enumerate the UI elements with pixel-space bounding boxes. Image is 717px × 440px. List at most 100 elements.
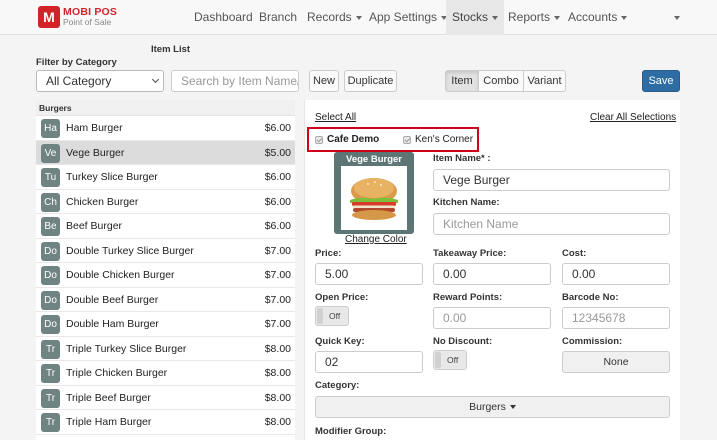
logo-icon: M bbox=[38, 6, 60, 28]
checkbox-icon bbox=[403, 135, 411, 144]
duplicate-button[interactable]: Duplicate bbox=[344, 70, 397, 92]
nav-app-settings[interactable]: App Settings bbox=[363, 0, 453, 35]
item-price: $6.00 bbox=[264, 171, 291, 183]
price-input[interactable]: 5.00 bbox=[315, 263, 423, 285]
nav-branch[interactable]: Branch bbox=[253, 0, 303, 35]
item-price: $7.00 bbox=[264, 269, 291, 281]
item-price: $8.00 bbox=[264, 416, 291, 428]
commission-select[interactable]: None bbox=[562, 351, 670, 373]
item-list-title: Item List bbox=[151, 44, 191, 55]
list-item[interactable]: Tr Triple Chicken Burger $8.00 bbox=[36, 361, 295, 386]
list-item[interactable]: Ha Ham Burger $6.00 bbox=[36, 116, 295, 141]
category-filter-select[interactable]: All Category bbox=[36, 70, 164, 92]
price-label: Price: bbox=[315, 248, 342, 259]
item-name: Turkey Slice Burger bbox=[66, 171, 158, 183]
takeaway-price-input[interactable]: 0.00 bbox=[433, 263, 551, 285]
checkbox-icon bbox=[315, 135, 323, 144]
barcode-input[interactable]: 12345678 bbox=[562, 307, 670, 329]
cost-label: Cost: bbox=[562, 248, 587, 259]
category-label: Category: bbox=[315, 380, 360, 391]
modifier-group-label: Modifier Group: bbox=[315, 426, 387, 437]
save-button[interactable]: Save bbox=[642, 70, 680, 92]
item-name: Double Ham Burger bbox=[66, 318, 159, 330]
item-price: $7.00 bbox=[264, 244, 291, 257]
nav-stocks[interactable]: Stocks bbox=[446, 0, 505, 35]
item-abbr-badge: Do bbox=[41, 315, 60, 334]
tab-combo[interactable]: Combo bbox=[478, 70, 524, 92]
nav-user-menu[interactable] bbox=[664, 0, 686, 35]
select-all-link[interactable]: Select All bbox=[315, 112, 356, 123]
item-search-input[interactable]: Search by Item Name/B bbox=[171, 70, 299, 92]
item-price: $7.00 bbox=[264, 318, 291, 330]
new-button[interactable]: New bbox=[309, 70, 339, 92]
quick-key-label: Quick Key: bbox=[315, 336, 365, 347]
item-name: Triple Ham Burger bbox=[66, 416, 152, 428]
list-item[interactable]: Tr Triple Beef Burger $8.00 bbox=[36, 386, 295, 410]
list-item[interactable]: Do Double Turkey Slice Burger $7.00 bbox=[36, 239, 295, 263]
item-abbr-badge: Tr bbox=[41, 339, 60, 359]
cost-input[interactable]: 0.00 bbox=[562, 263, 670, 285]
item-abbr-badge: Ch bbox=[41, 192, 60, 212]
site-checkbox-kens-corner[interactable]: Ken's Corner bbox=[403, 134, 473, 145]
no-discount-toggle[interactable]: Off bbox=[433, 350, 467, 370]
change-color-link[interactable]: Change Color bbox=[345, 234, 407, 245]
list-item[interactable]: Tr Triple Ham Burger $8.00 bbox=[36, 410, 295, 435]
site-checkbox-cafe-demo[interactable]: Cafe Demo bbox=[315, 134, 379, 145]
app-logo[interactable]: M MOBI POS Point of Sale bbox=[38, 6, 117, 28]
kitchen-name-input[interactable]: Kitchen Name bbox=[433, 213, 670, 235]
category-dropdown[interactable]: Burgers bbox=[315, 396, 670, 418]
item-name-input[interactable]: Vege Burger bbox=[433, 169, 670, 191]
list-item[interactable]: Tr Triple Turkey Slice Burger $8.00 bbox=[36, 337, 295, 361]
list-category-header: Burgers bbox=[36, 100, 295, 116]
item-name-label: Item Name* : bbox=[433, 153, 491, 164]
item-list: Burgers Ha Ham Burger $6.00 Ve Vege Burger $5… bbox=[36, 100, 295, 440]
item-name: Ham Burger bbox=[66, 122, 123, 134]
barcode-label: Barcode No: bbox=[562, 292, 619, 303]
item-name: Double Beef Burger bbox=[66, 293, 159, 306]
list-item[interactable]: Ve Vege Burger $5.00 bbox=[36, 140, 295, 165]
item-price: $5.00 bbox=[264, 146, 291, 159]
nav-dashboard[interactable]: Dashboard bbox=[188, 0, 259, 35]
burger-image bbox=[341, 166, 407, 230]
item-color-tile[interactable]: Vege Burger bbox=[334, 152, 414, 234]
item-price: $7.00 bbox=[264, 293, 291, 306]
list-item[interactable]: Do Double Beef Burger $7.00 bbox=[36, 288, 295, 312]
item-price: $6.00 bbox=[264, 220, 291, 232]
item-name: Chicken Burger bbox=[66, 195, 139, 208]
list-item[interactable]: Tu Turkey Slice Burger $6.00 bbox=[36, 165, 295, 190]
list-item[interactable]: Be Beef Burger $6.00 bbox=[36, 214, 295, 239]
item-price: $8.00 bbox=[264, 391, 291, 404]
clear-all-selections-link[interactable]: Clear All Selections bbox=[590, 112, 676, 123]
list-item[interactable]: Ch Chicken Burger $6.00 bbox=[36, 190, 295, 214]
item-name: Vege Burger bbox=[66, 146, 125, 159]
item-abbr-badge: Ha bbox=[41, 119, 60, 138]
nav-reports[interactable]: Reports bbox=[502, 0, 566, 35]
list-item[interactable]: Do Double Ham Burger $7.00 bbox=[36, 312, 295, 337]
tab-item[interactable]: Item bbox=[445, 70, 479, 92]
item-price: $8.00 bbox=[264, 342, 291, 355]
kitchen-name-label: Kitchen Name: bbox=[433, 197, 500, 208]
filter-label: Filter by Category bbox=[36, 57, 117, 68]
tab-variant[interactable]: Variant bbox=[523, 70, 566, 92]
quick-key-input[interactable]: 02 bbox=[315, 351, 423, 373]
list-rows: Ha Ham Burger $6.00 Ve Vege Burger $5.00 Tu Tur… bbox=[36, 116, 295, 440]
item-abbr-badge: Tr bbox=[41, 364, 60, 383]
reward-points-input[interactable]: 0.00 bbox=[433, 307, 551, 329]
item-price: $6.00 bbox=[264, 195, 291, 208]
reward-points-label: Reward Points: bbox=[433, 292, 503, 303]
item-type-tabs: Item Combo Variant bbox=[445, 70, 566, 92]
item-abbr-badge: Do bbox=[41, 290, 60, 310]
list-item[interactable] bbox=[36, 435, 295, 440]
burger-icon bbox=[350, 178, 398, 220]
list-item[interactable]: Do Double Chicken Burger $7.00 bbox=[36, 263, 295, 288]
item-abbr-badge: Tr bbox=[41, 388, 60, 408]
item-price: $8.00 bbox=[264, 367, 291, 379]
nav-records[interactable]: Records bbox=[301, 0, 368, 35]
item-name: Beef Burger bbox=[66, 220, 123, 232]
open-price-toggle[interactable]: Off bbox=[315, 306, 349, 326]
item-abbr-badge: Do bbox=[41, 266, 60, 285]
chevron-down-icon bbox=[554, 15, 561, 20]
chevron-down-icon bbox=[151, 75, 160, 84]
top-navbar: M MOBI POS Point of Sale Dashboard Branc… bbox=[0, 0, 717, 35]
nav-accounts[interactable]: Accounts bbox=[562, 0, 633, 35]
